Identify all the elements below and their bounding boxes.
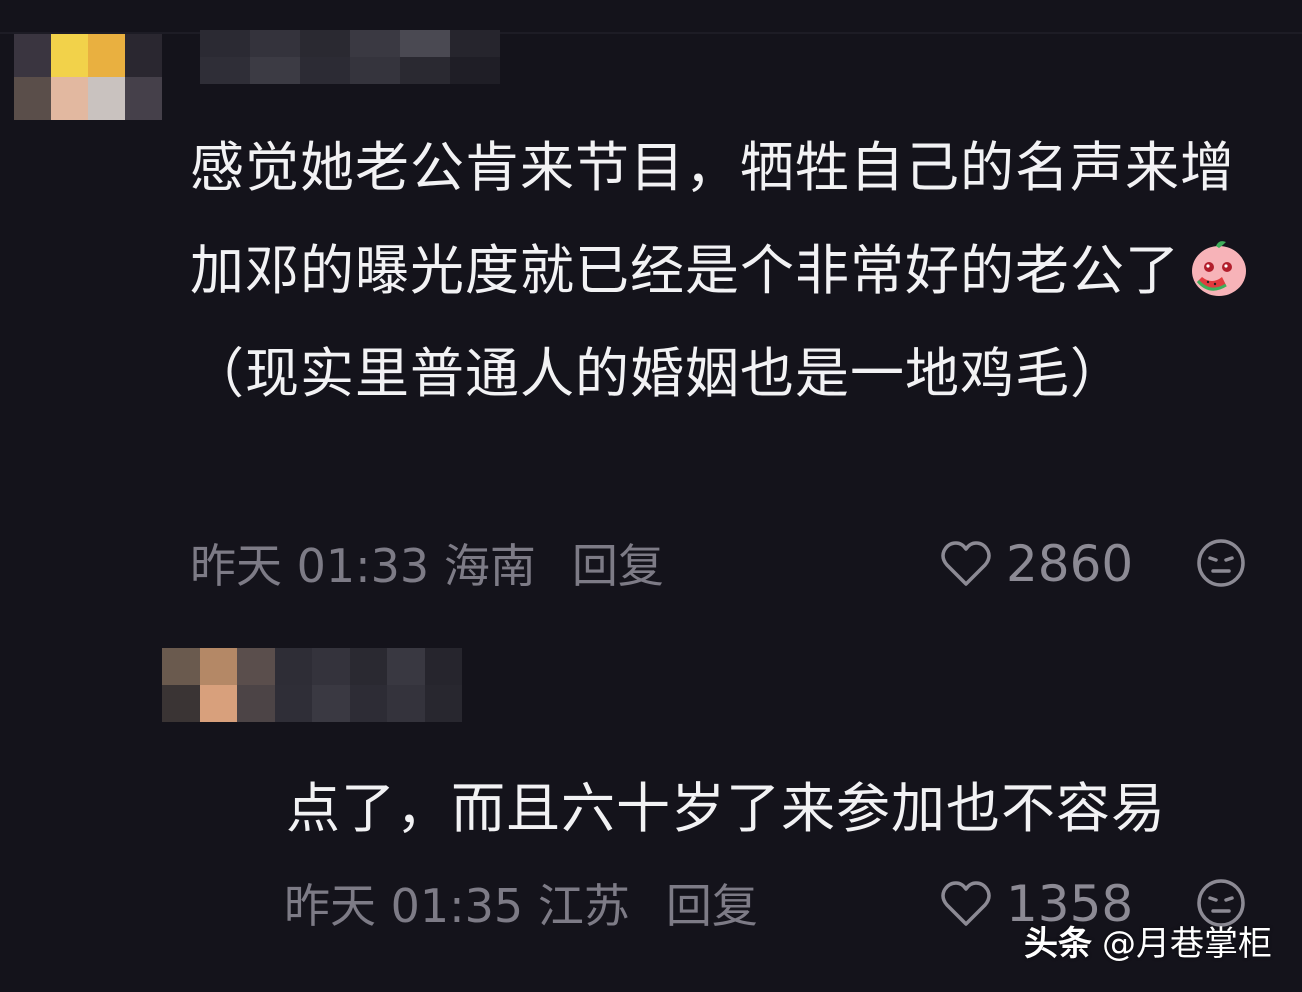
comment-text-part: （现实里普通人的婚姻也是一地鸡毛） xyxy=(190,342,1125,405)
avatar[interactable] xyxy=(14,34,162,120)
reply-button[interactable]: 回复 xyxy=(572,539,664,593)
comment-location: 海南 xyxy=(443,539,536,593)
username-blurred[interactable] xyxy=(162,648,462,722)
comment-text-part: 感觉她老公肯来节目，牺牲自己的名声来增加邓的曝光度就已经是个非常好的老公了 xyxy=(190,136,1235,302)
comment-meta: 昨天 01:35 江苏 回复 xyxy=(284,876,758,936)
like-count: 2860 xyxy=(1006,535,1134,593)
heart-outline-icon xyxy=(941,541,991,586)
comment-text: 感觉她老公肯来节目，牺牲自己的名声来增加邓的曝光度就已经是个非常好的老公了 （现… xyxy=(190,116,1265,425)
comment-text: 点了，而且六十岁了来参加也不容易 xyxy=(286,777,1166,840)
watermelon-peach-emoji xyxy=(1192,241,1246,296)
watermark-account: @月巷掌柜 xyxy=(1102,924,1272,964)
watermark-brand: 头条 xyxy=(1024,924,1092,964)
neutral-face-icon[interactable] xyxy=(1196,878,1246,928)
comment-time: 昨天 01:33 xyxy=(190,539,430,593)
comment-screen: 感觉她老公肯来节目，牺牲自己的名声来增加邓的曝光度就已经是个非常好的老公了 （现… xyxy=(0,0,1302,992)
comment-meta: 昨天 01:33 海南 回复 xyxy=(190,536,664,596)
top-divider xyxy=(0,32,1302,34)
comment-location: 江苏 xyxy=(537,879,630,933)
comment-time: 昨天 01:35 xyxy=(284,879,524,933)
like-button[interactable]: 2860 xyxy=(940,534,1133,594)
heart-outline-icon xyxy=(941,881,991,926)
watermark: 头条 @月巷掌柜 xyxy=(1024,922,1272,966)
username-blurred[interactable] xyxy=(200,30,500,84)
reply-button[interactable]: 回复 xyxy=(666,879,758,933)
neutral-face-icon[interactable] xyxy=(1196,538,1246,588)
